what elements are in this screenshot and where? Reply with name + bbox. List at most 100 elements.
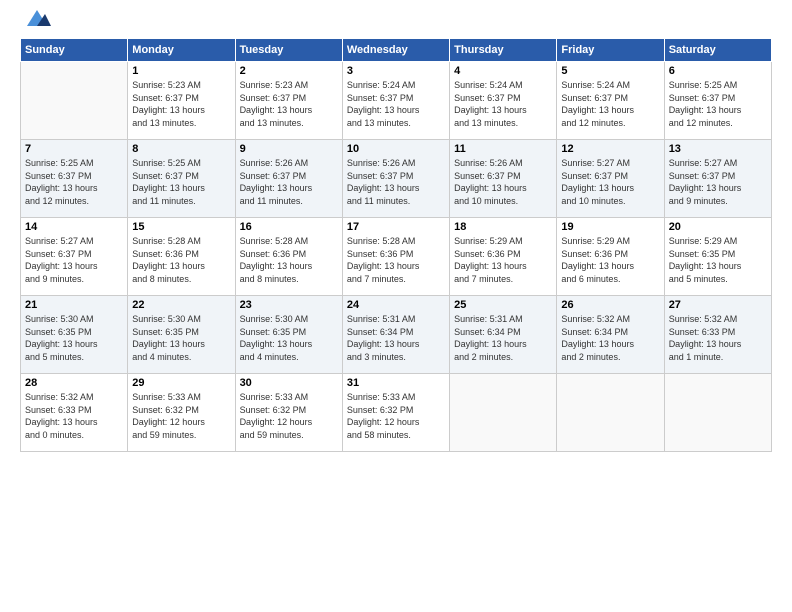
calendar-cell: 7 Sunrise: 5:25 AM Sunset: 6:37 PM Daylig…	[21, 140, 128, 218]
day-header-friday: Friday	[557, 39, 664, 62]
day-detail: Sunrise: 5:33 AM Sunset: 6:32 PM Dayligh…	[240, 391, 338, 441]
day-number: 10	[347, 143, 445, 155]
calendar-cell: 14 Sunrise: 5:27 AM Sunset: 6:37 PM Dayli…	[21, 218, 128, 296]
day-detail: Sunrise: 5:31 AM Sunset: 6:34 PM Dayligh…	[454, 313, 552, 363]
day-number: 16	[240, 221, 338, 233]
day-detail: Sunrise: 5:30 AM Sunset: 6:35 PM Dayligh…	[132, 313, 230, 363]
calendar-header-row: SundayMondayTuesdayWednesdayThursdayFrid…	[21, 39, 772, 62]
day-number: 22	[132, 299, 230, 311]
calendar-cell: 24 Sunrise: 5:31 AM Sunset: 6:34 PM Dayli…	[342, 296, 449, 374]
day-number: 20	[669, 221, 767, 233]
day-detail: Sunrise: 5:32 AM Sunset: 6:34 PM Dayligh…	[561, 313, 659, 363]
day-header-thursday: Thursday	[450, 39, 557, 62]
day-detail: Sunrise: 5:24 AM Sunset: 6:37 PM Dayligh…	[454, 79, 552, 129]
calendar-cell	[664, 374, 771, 452]
day-detail: Sunrise: 5:29 AM Sunset: 6:36 PM Dayligh…	[454, 235, 552, 285]
day-number: 2	[240, 65, 338, 77]
day-detail: Sunrise: 5:25 AM Sunset: 6:37 PM Dayligh…	[669, 79, 767, 129]
day-number: 19	[561, 221, 659, 233]
day-number: 11	[454, 143, 552, 155]
day-detail: Sunrise: 5:28 AM Sunset: 6:36 PM Dayligh…	[347, 235, 445, 285]
day-detail: Sunrise: 5:27 AM Sunset: 6:37 PM Dayligh…	[561, 157, 659, 207]
calendar-cell: 16Sunrise: 5:28 AM Sunset: 6:36 PM Dayli…	[235, 218, 342, 296]
calendar-cell	[21, 62, 128, 140]
day-detail: Sunrise: 5:26 AM Sunset: 6:37 PM Dayligh…	[454, 157, 552, 207]
calendar-cell: 17 Sunrise: 5:28 AM Sunset: 6:36 PM Dayli…	[342, 218, 449, 296]
logo-icon	[23, 8, 51, 30]
day-number: 1	[132, 65, 230, 77]
day-header-wednesday: Wednesday	[342, 39, 449, 62]
calendar-cell: 1Sunrise: 5:23 AM Sunset: 6:37 PM Daylig…	[128, 62, 235, 140]
calendar-cell: 28 Sunrise: 5:32 AM Sunset: 6:33 PM Dayli…	[21, 374, 128, 452]
day-detail: Sunrise: 5:33 AM Sunset: 6:32 PM Dayligh…	[347, 391, 445, 441]
day-detail: Sunrise: 5:30 AM Sunset: 6:35 PM Dayligh…	[240, 313, 338, 363]
day-number: 14	[25, 221, 123, 233]
day-number: 26	[561, 299, 659, 311]
day-detail: Sunrise: 5:27 AM Sunset: 6:37 PM Dayligh…	[669, 157, 767, 207]
day-detail: Sunrise: 5:24 AM Sunset: 6:37 PM Dayligh…	[347, 79, 445, 129]
calendar-cell: 26 Sunrise: 5:32 AM Sunset: 6:34 PM Dayli…	[557, 296, 664, 374]
calendar-cell: 29Sunrise: 5:33 AM Sunset: 6:32 PM Dayli…	[128, 374, 235, 452]
day-detail: Sunrise: 5:30 AM Sunset: 6:35 PM Dayligh…	[25, 313, 123, 363]
day-detail: Sunrise: 5:31 AM Sunset: 6:34 PM Dayligh…	[347, 313, 445, 363]
day-header-monday: Monday	[128, 39, 235, 62]
day-detail: Sunrise: 5:28 AM Sunset: 6:36 PM Dayligh…	[132, 235, 230, 285]
calendar-week-row: 1 Sunrise: 5:23 AM Sunset: 6:37 PM Daylig…	[21, 62, 772, 140]
calendar-cell: 23 Sunrise: 5:30 AM Sunset: 6:35 PM Dayli…	[235, 296, 342, 374]
header	[20, 16, 772, 30]
day-detail: Sunrise: 5:27 AM Sunset: 6:37 PM Dayligh…	[25, 235, 123, 285]
calendar-week-row: 28 Sunrise: 5:32 AM Sunset: 6:33 PM Dayli…	[21, 374, 772, 452]
calendar-week-row: 7 Sunrise: 5:25 AM Sunset: 6:37 PM Daylig…	[21, 140, 772, 218]
calendar-cell: 12 Sunrise: 5:27 AM Sunset: 6:37 PM Dayli…	[557, 140, 664, 218]
day-detail: Sunrise: 5:24 AM Sunset: 6:37 PM Dayligh…	[561, 79, 659, 129]
day-number: 17	[347, 221, 445, 233]
calendar-cell: 10 Sunrise: 5:26 AM Sunset: 6:37 PM Dayli…	[342, 140, 449, 218]
calendar-cell: 22 Sunrise: 5:30 AM Sunset: 6:35 PM Dayli…	[128, 296, 235, 374]
calendar-cell: 2 Sunrise: 5:23 AM Sunset: 6:37 PM Daylig…	[235, 62, 342, 140]
calendar-cell: 30Sunrise: 5:33 AM Sunset: 6:32 PM Dayli…	[235, 374, 342, 452]
day-number: 24	[347, 299, 445, 311]
calendar-cell	[557, 374, 664, 452]
day-number: 5	[561, 65, 659, 77]
calendar-cell: 18 Sunrise: 5:29 AM Sunset: 6:36 PM Dayli…	[450, 218, 557, 296]
day-detail: Sunrise: 5:26 AM Sunset: 6:37 PM Dayligh…	[240, 157, 338, 207]
day-header-sunday: Sunday	[21, 39, 128, 62]
calendar-week-row: 21 Sunrise: 5:30 AM Sunset: 6:35 PM Dayli…	[21, 296, 772, 374]
calendar-cell: 4 Sunrise: 5:24 AM Sunset: 6:37 PM Daylig…	[450, 62, 557, 140]
day-number: 8	[132, 143, 230, 155]
day-number: 25	[454, 299, 552, 311]
calendar-cell: 27 Sunrise: 5:32 AM Sunset: 6:33 PM Dayli…	[664, 296, 771, 374]
day-number: 3	[347, 65, 445, 77]
calendar-cell: 6Sunrise: 5:25 AM Sunset: 6:37 PM Daylig…	[664, 62, 771, 140]
calendar-cell: 8Sunrise: 5:25 AM Sunset: 6:37 PM Daylig…	[128, 140, 235, 218]
day-detail: Sunrise: 5:25 AM Sunset: 6:37 PM Dayligh…	[25, 157, 123, 207]
calendar-cell: 31Sunrise: 5:33 AM Sunset: 6:32 PM Dayli…	[342, 374, 449, 452]
day-number: 4	[454, 65, 552, 77]
day-detail: Sunrise: 5:32 AM Sunset: 6:33 PM Dayligh…	[669, 313, 767, 363]
day-number: 9	[240, 143, 338, 155]
day-detail: Sunrise: 5:29 AM Sunset: 6:36 PM Dayligh…	[561, 235, 659, 285]
calendar-cell: 21 Sunrise: 5:30 AM Sunset: 6:35 PM Dayli…	[21, 296, 128, 374]
day-number: 12	[561, 143, 659, 155]
calendar-cell: 15 Sunrise: 5:28 AM Sunset: 6:36 PM Dayli…	[128, 218, 235, 296]
day-number: 27	[669, 299, 767, 311]
logo	[20, 16, 51, 30]
day-detail: Sunrise: 5:32 AM Sunset: 6:33 PM Dayligh…	[25, 391, 123, 441]
calendar-cell	[450, 374, 557, 452]
day-detail: Sunrise: 5:23 AM Sunset: 6:37 PM Dayligh…	[240, 79, 338, 129]
day-detail: Sunrise: 5:33 AM Sunset: 6:32 PM Dayligh…	[132, 391, 230, 441]
page: SundayMondayTuesdayWednesdayThursdayFrid…	[0, 0, 792, 612]
calendar-cell: 25 Sunrise: 5:31 AM Sunset: 6:34 PM Dayli…	[450, 296, 557, 374]
day-detail: Sunrise: 5:26 AM Sunset: 6:37 PM Dayligh…	[347, 157, 445, 207]
calendar: SundayMondayTuesdayWednesdayThursdayFrid…	[20, 38, 772, 452]
calendar-week-row: 14 Sunrise: 5:27 AM Sunset: 6:37 PM Dayli…	[21, 218, 772, 296]
calendar-cell: 5 Sunrise: 5:24 AM Sunset: 6:37 PM Daylig…	[557, 62, 664, 140]
day-detail: Sunrise: 5:29 AM Sunset: 6:35 PM Dayligh…	[669, 235, 767, 285]
day-number: 18	[454, 221, 552, 233]
day-number: 15	[132, 221, 230, 233]
day-number: 23	[240, 299, 338, 311]
day-number: 21	[25, 299, 123, 311]
calendar-cell: 19 Sunrise: 5:29 AM Sunset: 6:36 PM Dayli…	[557, 218, 664, 296]
day-number: 28	[25, 377, 123, 389]
day-number: 7	[25, 143, 123, 155]
